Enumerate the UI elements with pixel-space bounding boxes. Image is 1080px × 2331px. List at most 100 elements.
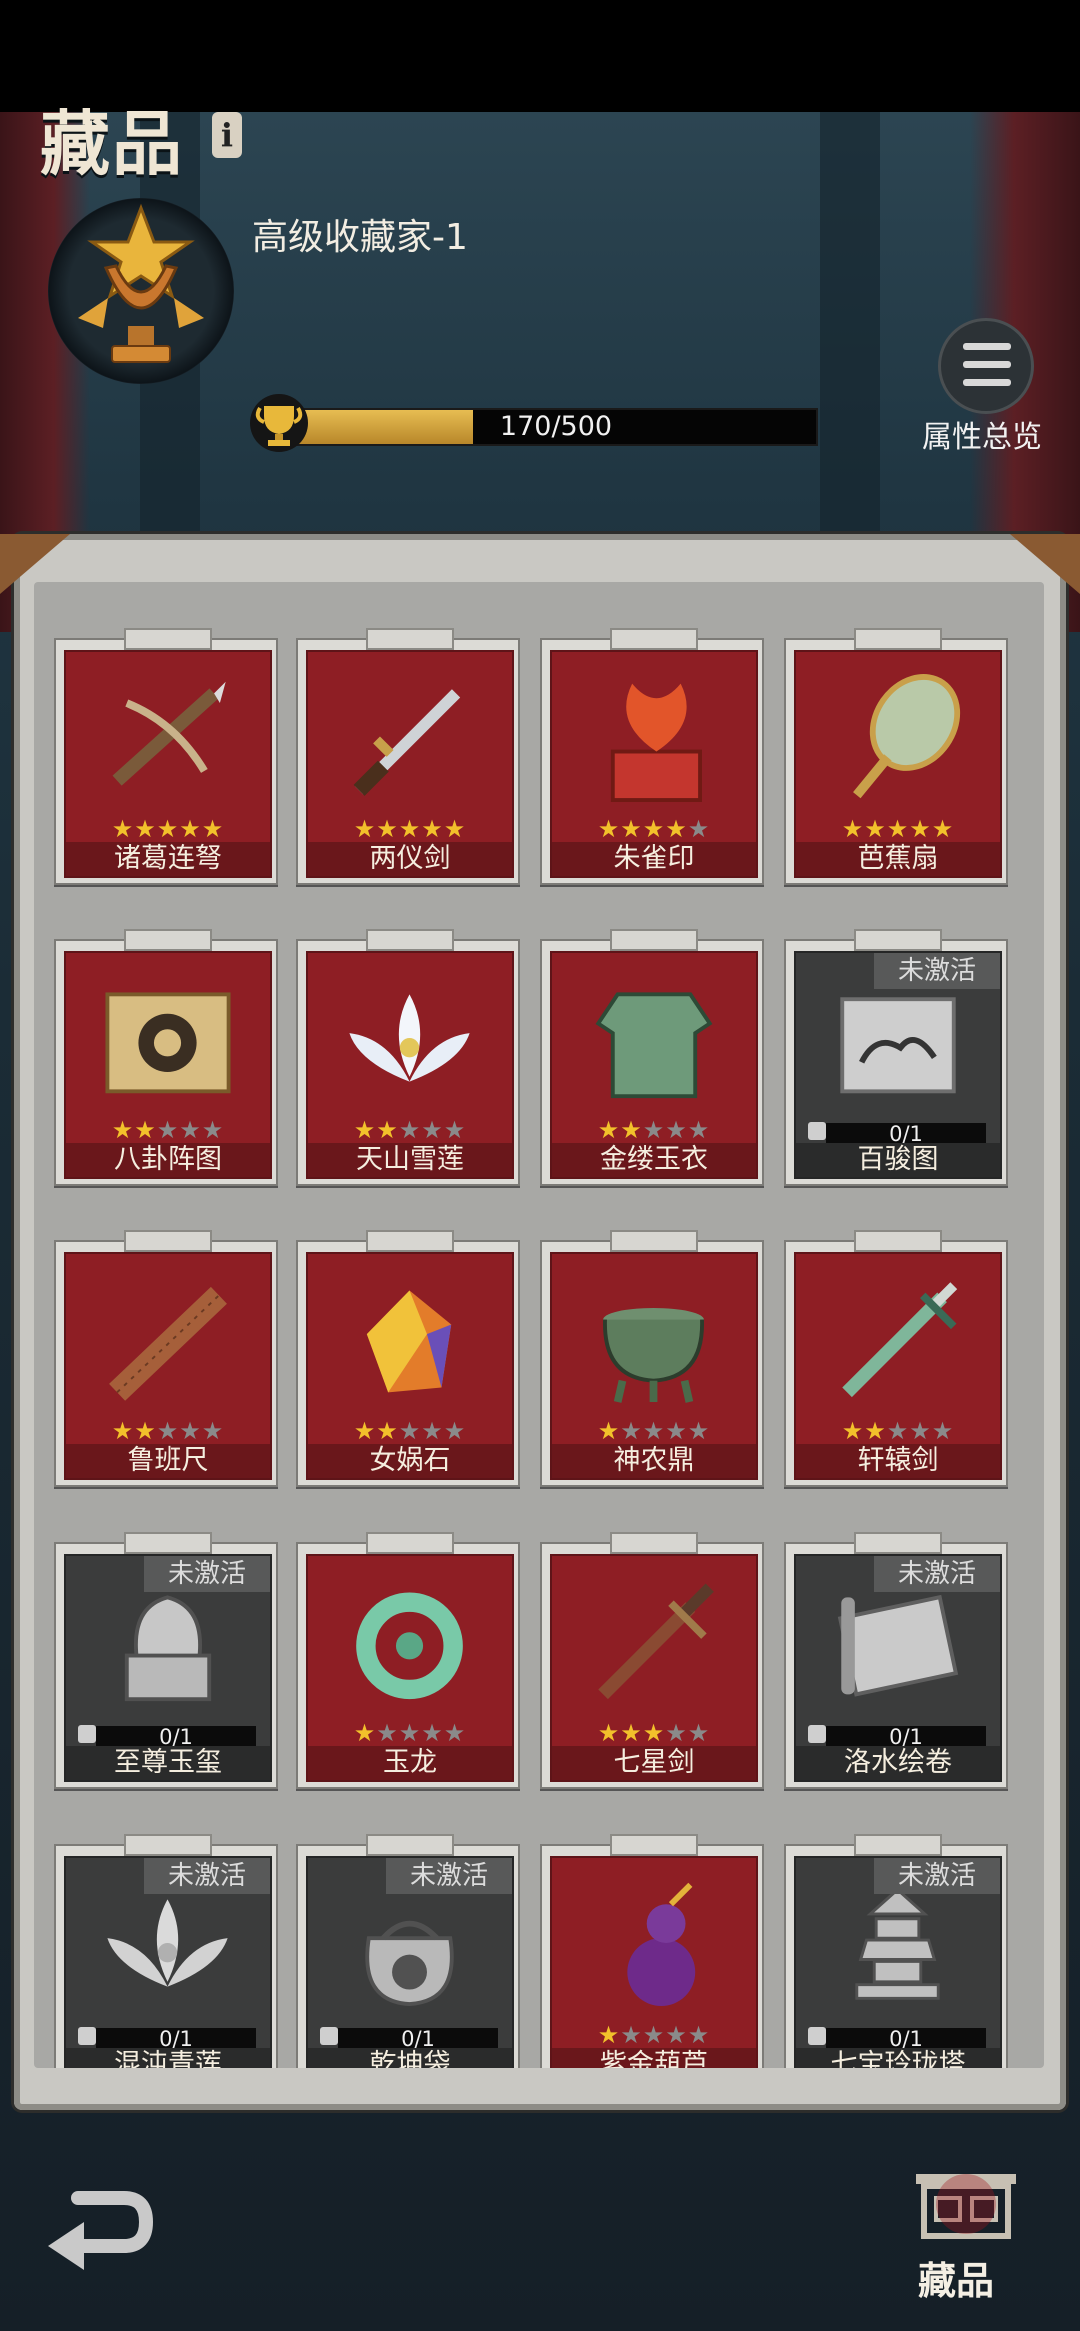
collection-item-card[interactable]: ★★★★★ 鲁班尺 — [54, 1230, 278, 1487]
item-name: 玉龙 — [308, 1746, 512, 1780]
jade-sword-icon — [842, 1282, 958, 1398]
fragment-progress: 0/1 — [96, 2028, 256, 2050]
card-frame: ★★★★★ 八卦阵图 — [64, 951, 272, 1179]
collection-item-card[interactable]: ★★★★★ 芭蕉扇 — [784, 628, 1008, 885]
item-name: 乾坤袋 — [308, 2048, 512, 2068]
star-empty-icon: ★ — [620, 2021, 643, 2049]
star-filled-icon: ★ — [443, 815, 467, 843]
star-filled-icon: ★ — [398, 815, 422, 843]
collection-item-card[interactable]: ★★★★★ 七星剑 — [540, 1532, 764, 1789]
star-empty-icon: ★ — [421, 1719, 444, 1747]
star-empty-icon: ★ — [201, 1116, 225, 1144]
attribute-overview-button[interactable] — [938, 318, 1034, 414]
collection-item-card[interactable]: 未激活 0/1 百骏图 — [784, 929, 1008, 1186]
item-name: 诸葛连弩 — [66, 842, 270, 876]
star-rating: ★★★★★ — [66, 1117, 270, 1143]
star-filled-icon: ★ — [156, 815, 180, 843]
star-empty-icon: ★ — [398, 1116, 422, 1144]
star-filled-icon: ★ — [642, 815, 666, 843]
star-empty-icon: ★ — [443, 1417, 467, 1445]
fragment-icon — [78, 2027, 96, 2045]
card-tab — [610, 1230, 698, 1252]
collection-item-card[interactable]: ★★★★★ 两仪剑 — [296, 628, 520, 885]
star-filled-icon: ★ — [111, 1116, 135, 1144]
collection-item-card[interactable]: 未激活 0/1 乾坤袋 — [296, 1834, 520, 2068]
item-name: 洛水绘卷 — [796, 1746, 1000, 1780]
card-frame: ★★★★★ 七星剑 — [550, 1554, 758, 1782]
collection-item-card[interactable]: ★★★★★ 女娲石 — [296, 1230, 520, 1487]
star-filled-icon: ★ — [134, 815, 157, 843]
trophy-badge-icon — [78, 203, 204, 363]
collection-nav-button[interactable] — [906, 2164, 1026, 2244]
collection-grid[interactable]: ★★★★★ 诸葛连弩 ★★★★★ 两仪剑 ★★★★★ 朱雀印 ★★★★★ 芭蕉扇 ★★★★★ 八卦… — [34, 582, 1044, 2068]
star-empty-icon: ★ — [156, 1116, 180, 1144]
star-empty-icon: ★ — [642, 2021, 666, 2049]
star-filled-icon: ★ — [376, 815, 399, 843]
star-empty-icon: ★ — [886, 1417, 910, 1445]
collection-item-card[interactable]: 未激活 0/1 七宝玲珑塔 — [784, 1834, 1008, 2068]
star-empty-icon: ★ — [443, 1719, 467, 1747]
info-icon[interactable]: i — [212, 112, 242, 158]
collection-item-card[interactable]: ★★★★★ 诸葛连弩 — [54, 628, 278, 885]
star-rating: ★★★★★ — [66, 1418, 270, 1444]
item-name: 轩辕剑 — [796, 1444, 1000, 1478]
fragment-icon — [808, 2027, 826, 2045]
star-filled-icon: ★ — [111, 815, 135, 843]
card-tab — [366, 628, 454, 650]
star-filled-icon: ★ — [134, 1116, 157, 1144]
star-empty-icon: ★ — [179, 1116, 202, 1144]
collection-item-card[interactable]: ★★★★★ 轩辕剑 — [784, 1230, 1008, 1487]
fragment-progress: 0/1 — [826, 1123, 986, 1145]
collection-item-card[interactable]: ★★★★★ 神农鼎 — [540, 1230, 764, 1487]
list-icon-line — [963, 379, 1011, 386]
star-empty-icon: ★ — [687, 2021, 711, 2049]
card-tab — [124, 628, 212, 650]
card-tab — [124, 929, 212, 951]
card-tab — [366, 1230, 454, 1252]
star-filled-icon: ★ — [597, 2021, 621, 2049]
star-empty-icon: ★ — [665, 1417, 688, 1445]
star-filled-icon: ★ — [841, 1417, 865, 1445]
item-name: 两仪剑 — [308, 842, 512, 876]
collection-item-card[interactable]: 未激活 0/1 至尊玉玺 — [54, 1532, 278, 1789]
cauldron-icon — [603, 1307, 704, 1403]
item-name: 女娲石 — [308, 1444, 512, 1478]
collection-item-card[interactable]: ★★★★★ 朱雀印 — [540, 628, 764, 885]
star-empty-icon: ★ — [687, 815, 711, 843]
collection-item-card[interactable]: ★★★★★ 八卦阵图 — [54, 929, 278, 1186]
trophy-icon — [250, 394, 308, 452]
star-filled-icon: ★ — [886, 815, 910, 843]
fragment-icon — [320, 2027, 338, 2045]
star-rating: ★★★★★ — [552, 1720, 756, 1746]
star-filled-icon: ★ — [111, 1417, 135, 1445]
star-filled-icon: ★ — [597, 1116, 621, 1144]
lotus-icon — [349, 994, 470, 1082]
item-name: 至尊玉玺 — [66, 1746, 270, 1780]
star-filled-icon: ★ — [620, 1719, 643, 1747]
card-tab — [610, 929, 698, 951]
star-filled-icon: ★ — [620, 1116, 643, 1144]
star-filled-icon: ★ — [353, 1719, 377, 1747]
card-tab — [366, 1834, 454, 1856]
card-frame: ★★★★★ 紫金葫芦 — [550, 1856, 758, 2068]
item-name: 鲁班尺 — [66, 1444, 270, 1478]
collection-item-card[interactable]: ★★★★★ 金缕玉衣 — [540, 929, 764, 1186]
item-name: 七宝玲珑塔 — [796, 2048, 1000, 2068]
star-rating: ★★★★★ — [552, 2022, 756, 2048]
ruler-icon — [109, 1286, 227, 1401]
back-button[interactable] — [38, 2178, 158, 2278]
star-rating: ★★★★★ — [308, 816, 512, 842]
star-empty-icon: ★ — [620, 1417, 643, 1445]
collection-item-card[interactable]: 未激活 0/1 洛水绘卷 — [784, 1532, 1008, 1789]
star-filled-icon: ★ — [353, 815, 377, 843]
collection-item-card[interactable]: ★★★★★ 紫金葫芦 — [540, 1834, 764, 2068]
item-name: 芭蕉扇 — [796, 842, 1000, 876]
collection-item-card[interactable]: ★★★★★ 天山雪莲 — [296, 929, 520, 1186]
star-empty-icon: ★ — [376, 1719, 399, 1747]
card-tab — [854, 1834, 942, 1856]
star-filled-icon: ★ — [134, 1417, 157, 1445]
star-filled-icon: ★ — [665, 815, 688, 843]
collection-item-card[interactable]: ★★★★★ 玉龙 — [296, 1532, 520, 1789]
card-tab — [610, 1834, 698, 1856]
collection-item-card[interactable]: 未激活 0/1 混沌青莲 — [54, 1834, 278, 2068]
